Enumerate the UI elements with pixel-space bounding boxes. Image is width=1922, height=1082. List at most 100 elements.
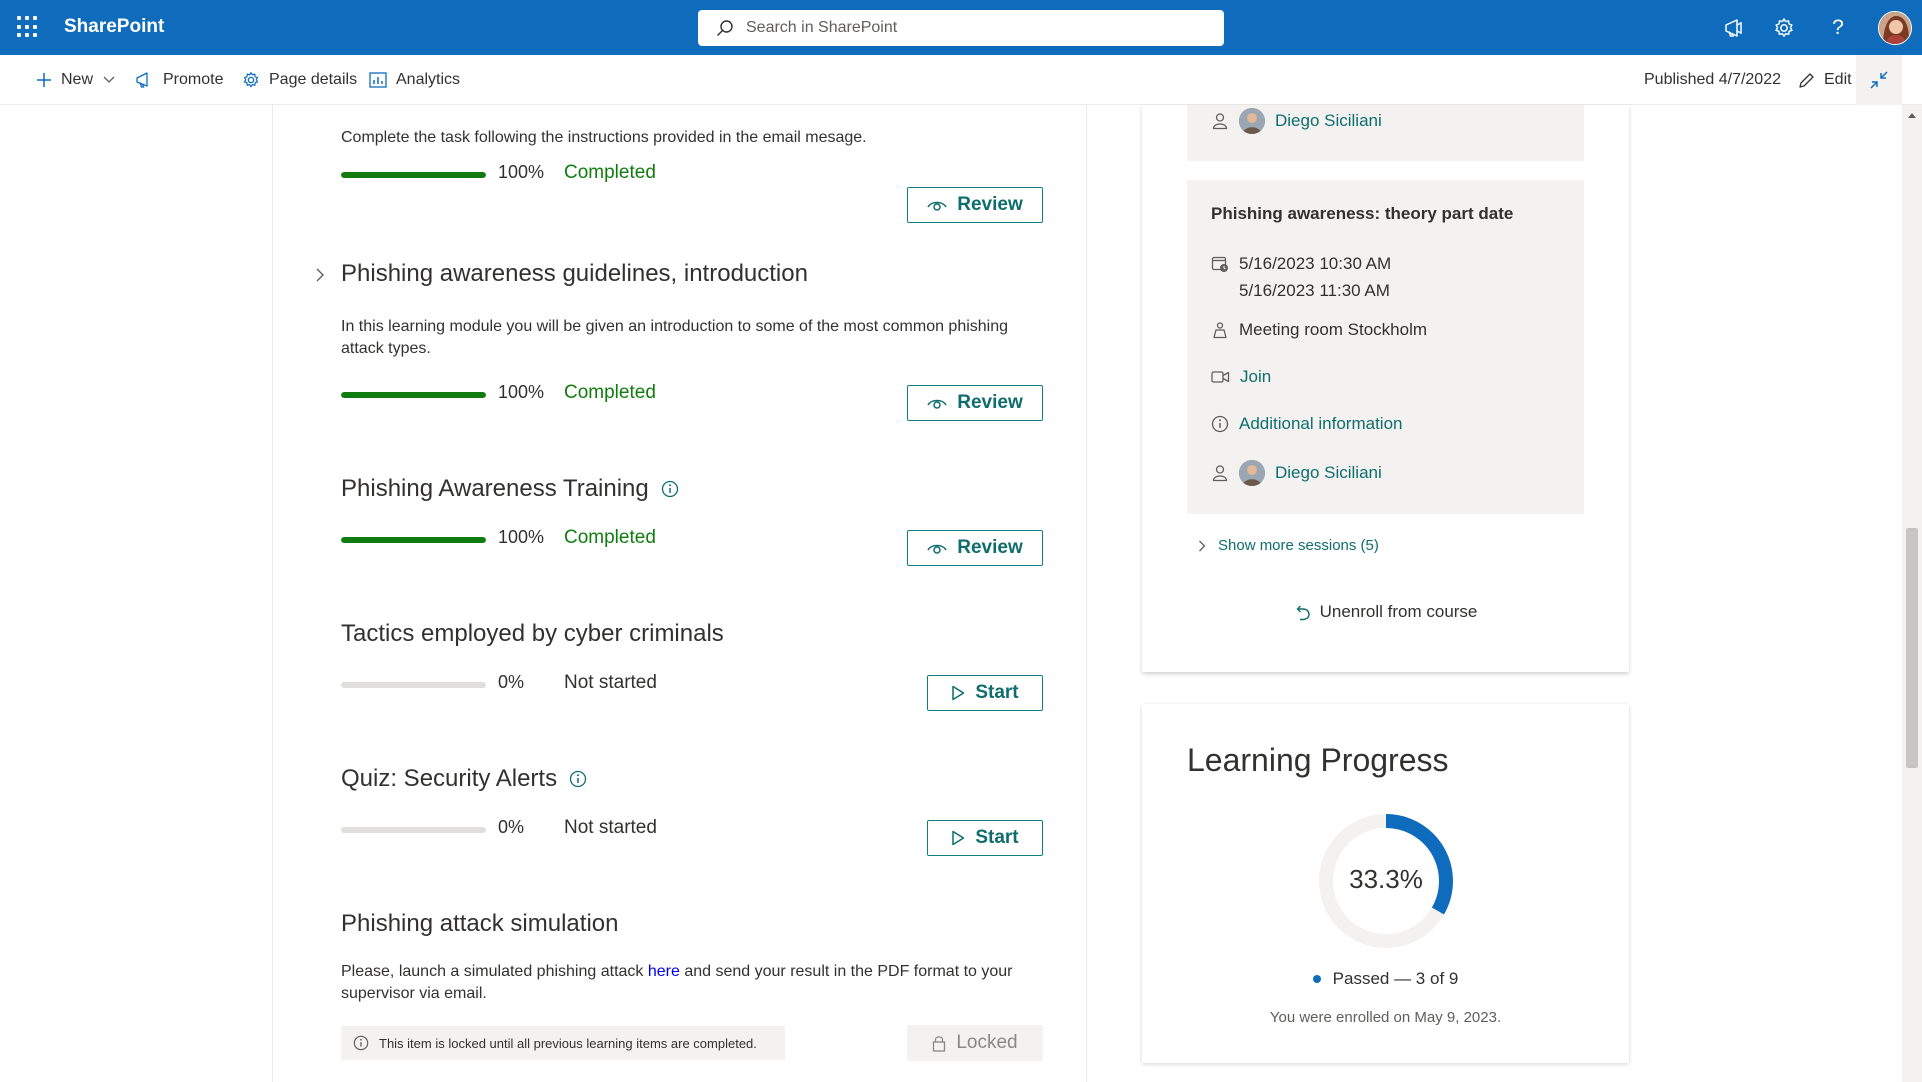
learning-progress-card: Learning Progress 33.3% Passed — 3 of 9 … bbox=[1142, 704, 1629, 1063]
plus-icon bbox=[37, 73, 51, 87]
description-text: Please, launch a simulated phishing atta… bbox=[341, 963, 648, 980]
progress-bar bbox=[341, 537, 486, 543]
chevron-right-icon[interactable] bbox=[315, 267, 325, 283]
chevron-right-icon bbox=[1199, 540, 1206, 551]
learning-item: Phishing attack simulation Please, launc… bbox=[341, 910, 1043, 1070]
progress-bar bbox=[341, 682, 486, 688]
edit-button[interactable]: Edit bbox=[1798, 69, 1852, 91]
room-icon bbox=[1213, 322, 1227, 339]
item-status: Completed bbox=[564, 162, 656, 183]
progress-percent: 100% bbox=[498, 382, 545, 402]
organizer-avatar bbox=[1239, 460, 1265, 486]
analytics-label: Analytics bbox=[396, 71, 461, 88]
unenroll-label: Unenroll from course bbox=[1319, 602, 1478, 621]
progress-percent: 0% bbox=[498, 672, 525, 692]
command-bar: New Promote Page details Analytics Publi… bbox=[0, 55, 1922, 105]
promote-label: Promote bbox=[163, 71, 224, 88]
vertical-scrollbar[interactable] bbox=[1902, 105, 1922, 1082]
review-label: Review bbox=[957, 392, 1023, 413]
calendar-clock-icon bbox=[1211, 256, 1228, 272]
progress-percent: 0% bbox=[498, 817, 525, 837]
help-icon[interactable]: ? bbox=[1825, 15, 1851, 41]
join-link[interactable]: Join bbox=[1240, 367, 1271, 387]
page-details-label: Page details bbox=[269, 71, 358, 88]
info-icon[interactable] bbox=[569, 770, 587, 788]
eye-icon bbox=[927, 544, 947, 554]
item-status: Not started bbox=[564, 672, 657, 693]
megaphone-icon bbox=[136, 72, 148, 88]
description-link[interactable]: here bbox=[648, 963, 680, 980]
info-icon bbox=[353, 1035, 369, 1051]
item-title[interactable]: Phishing awareness guidelines, introduct… bbox=[341, 260, 808, 288]
promote-button[interactable]: Promote bbox=[136, 69, 223, 91]
enrolled-text: You were enrolled on May 9, 2023. bbox=[1269, 1009, 1502, 1026]
organizer-link[interactable]: Diego Siciliani bbox=[1275, 463, 1382, 483]
progress-fill bbox=[341, 172, 486, 178]
session-join[interactable]: Join bbox=[1211, 367, 1271, 387]
learning-item: Phishing awareness guidelines, introduct… bbox=[341, 260, 1043, 421]
item-title-text: Quiz: Security Alerts bbox=[341, 765, 558, 792]
start-button[interactable]: Start bbox=[927, 820, 1043, 856]
suite-bar: SharePoint ? bbox=[0, 0, 1922, 55]
session-end: 5/16/2023 11:30 AM bbox=[1239, 281, 1390, 300]
info-icon[interactable] bbox=[661, 480, 679, 498]
app-launcher-icon[interactable] bbox=[17, 16, 39, 38]
sessions-card: Diego Siciliani Phishing awareness: theo… bbox=[1142, 105, 1629, 672]
review-button[interactable]: Review bbox=[907, 385, 1043, 421]
review-button[interactable]: Review bbox=[907, 187, 1043, 223]
analytics-button[interactable]: Analytics bbox=[369, 69, 460, 91]
organizer-link[interactable]: Diego Siciliani bbox=[1275, 111, 1382, 131]
locked-note-text: This item is locked until all previous l… bbox=[379, 1035, 757, 1051]
video-camera-icon bbox=[1211, 371, 1230, 383]
megaphone-icon[interactable] bbox=[1721, 15, 1747, 41]
progress-bar bbox=[341, 827, 486, 833]
search-input[interactable] bbox=[746, 17, 1206, 39]
learning-progress-title: Learning Progress bbox=[1187, 742, 1449, 778]
start-label: Start bbox=[975, 682, 1019, 703]
start-button[interactable]: Start bbox=[927, 675, 1043, 711]
session-tile: Diego Siciliani bbox=[1187, 105, 1584, 161]
legend-text: Passed — 3 of 9 bbox=[1332, 969, 1459, 988]
pencil-icon bbox=[1799, 72, 1814, 88]
progress-legend: Passed — 3 of 9 bbox=[1142, 969, 1629, 989]
new-label: New bbox=[61, 71, 94, 88]
review-label: Review bbox=[957, 194, 1023, 215]
session-location: Meeting room Stockholm bbox=[1211, 320, 1427, 340]
page-details-button[interactable]: Page details bbox=[242, 69, 357, 91]
published-status: Published 4/7/2022 bbox=[1644, 71, 1781, 88]
locked-note: This item is locked until all previous l… bbox=[341, 1026, 785, 1060]
settings-gear-icon[interactable] bbox=[1771, 15, 1797, 41]
app-name[interactable]: SharePoint bbox=[64, 16, 164, 38]
review-button[interactable]: Review bbox=[907, 530, 1043, 566]
user-avatar[interactable] bbox=[1878, 11, 1912, 45]
session-info[interactable]: Additional information bbox=[1211, 414, 1402, 434]
start-label: Start bbox=[975, 827, 1019, 848]
new-button[interactable]: New bbox=[36, 69, 115, 91]
chevron-down-icon bbox=[103, 76, 115, 83]
item-title: Phishing Awareness Training bbox=[341, 475, 679, 503]
person-icon bbox=[1212, 465, 1228, 482]
organizer-avatar bbox=[1239, 108, 1265, 134]
item-description: In this learning module you will be give… bbox=[341, 318, 1009, 357]
edit-label: Edit bbox=[1824, 71, 1852, 88]
search-box[interactable] bbox=[698, 10, 1224, 46]
additional-info-link[interactable]: Additional information bbox=[1239, 414, 1402, 434]
progress-bar bbox=[341, 392, 486, 398]
unenroll-button[interactable]: Unenroll from course bbox=[1142, 602, 1629, 622]
item-title-text: Tactics employed by cyber criminals bbox=[341, 620, 724, 647]
scroll-thumb[interactable] bbox=[1906, 528, 1918, 768]
progress-percent: 100% bbox=[498, 162, 545, 182]
progress-fill bbox=[341, 392, 486, 398]
show-more-sessions-button[interactable]: Show more sessions (5) bbox=[1198, 537, 1379, 554]
session-title: Phishing awareness: theory part date bbox=[1211, 204, 1514, 223]
item-description: Please, launch a simulated phishing atta… bbox=[341, 961, 1031, 1005]
item-progress: 100% Completed bbox=[341, 162, 1041, 186]
session-tile: Phishing awareness: theory part date 5/1… bbox=[1187, 180, 1584, 514]
item-title-text: Phishing Awareness Training bbox=[341, 475, 649, 502]
item-title: Quiz: Security Alerts bbox=[341, 765, 587, 793]
collapse-button[interactable] bbox=[1856, 55, 1902, 105]
item-description: Complete the task following the instruct… bbox=[341, 129, 867, 146]
learning-item: Tactics employed by cyber criminals 0% N… bbox=[341, 620, 1043, 711]
scroll-up-arrow[interactable] bbox=[1908, 113, 1916, 118]
item-title-text: Phishing attack simulation bbox=[341, 910, 619, 937]
